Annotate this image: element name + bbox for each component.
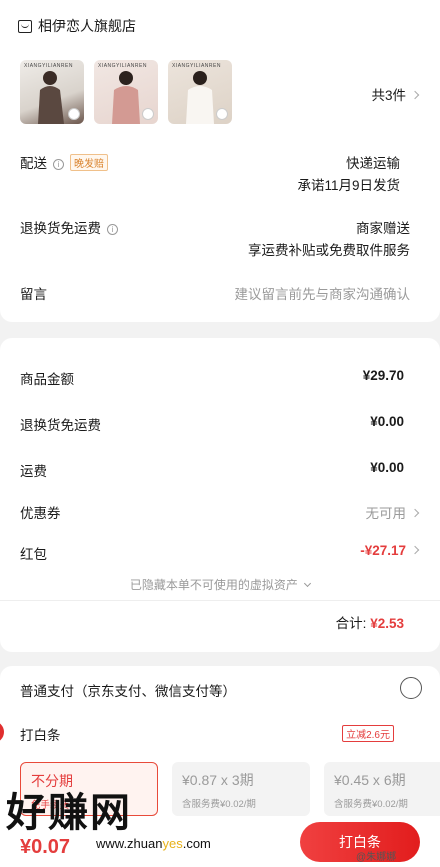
product-brand-2: XIANGYILIANREN — [98, 63, 147, 69]
plan-sub: 含服务费¥0.02/期 — [334, 799, 408, 810]
chevron-down-icon — [304, 579, 312, 588]
product-thumb-2[interactable]: XIANGYILIANREN — [94, 60, 158, 124]
shipping-label-row: 配送 i 晚发赔 — [20, 152, 108, 172]
product-thumb-3[interactable]: XIANGYILIANREN — [168, 60, 232, 124]
message-label: 留言 — [20, 287, 47, 302]
shipping-method[interactable]: 快递运输 — [346, 152, 400, 172]
plan-sub: 含服务费¥0.02/期 — [182, 799, 256, 810]
item-count[interactable]: 共3件 — [371, 84, 420, 104]
product-brand-1: XIANGYILIANREN — [24, 63, 73, 69]
normal-pay-radio[interactable] — [400, 677, 422, 699]
return-fee-value: ¥0.00 — [370, 414, 404, 429]
return-fee-label: 退换货免运费 — [20, 418, 101, 433]
return-shipping-label: 退换货免运费 — [20, 221, 101, 236]
item-count-label: 共3件 — [371, 88, 406, 103]
freight-value: ¥0.00 — [370, 460, 404, 475]
store-name: 相伊恋人旗舰店 — [38, 18, 136, 34]
baitiao-label: 打白条 — [20, 728, 61, 743]
redpacket-label: 红包 — [20, 547, 47, 562]
plan-main: ¥0.87 x 3期 — [182, 772, 254, 788]
watermark-url-b: yes — [162, 836, 183, 851]
coupon-value[interactable]: 无可用 — [365, 502, 420, 522]
baitiao-checkbox[interactable] — [0, 721, 4, 743]
save-tag: 立减2.6元 — [342, 725, 394, 742]
redpacket-value[interactable]: -¥27.17 — [360, 543, 420, 558]
price-summary-card: 商品金额 ¥29.70 退换货免运费 ¥0.00 运费 ¥0.00 优惠券 无可… — [0, 338, 440, 652]
plan-3-installments[interactable]: ¥0.87 x 3期 含服务费¥0.02/期 — [172, 762, 310, 816]
coupon-label: 优惠券 — [20, 506, 61, 521]
chevron-right-icon — [410, 545, 420, 555]
store-header[interactable]: 相伊恋人旗舰店 — [18, 16, 136, 36]
goods-amount-label: 商品金额 — [20, 372, 74, 387]
total-label: 合计: — [335, 616, 367, 631]
freight-label: 运费 — [20, 464, 47, 479]
message-input[interactable]: 建议留言前先与商家沟通确认 — [235, 283, 411, 303]
product-thumb-1[interactable]: XIANGYILIANREN — [20, 60, 84, 124]
hidden-assets-note: 已隐藏本单不可使用的虚拟资产 — [129, 578, 298, 592]
return-shipping-value: 商家赠送 — [356, 221, 410, 236]
late-compensation-badge: 晚发赔 — [70, 154, 108, 171]
info-icon[interactable]: i — [107, 224, 118, 235]
watermark-url-a: www.zhuan — [96, 836, 163, 851]
info-icon[interactable]: i — [53, 159, 64, 170]
store-icon — [18, 19, 32, 33]
return-shipping-label-row: 退换货免运费 i — [20, 217, 118, 237]
watermark-url-c: .com — [182, 836, 211, 851]
plan-main: ¥0.45 x 6期 — [334, 772, 406, 788]
shipping-promise: 承诺11月9日发货 — [297, 178, 400, 193]
total-value: ¥2.53 — [370, 616, 404, 631]
product-tag-icon — [68, 108, 80, 120]
coupon-value-text: 无可用 — [365, 506, 407, 521]
weibo-handle: @朱娜娜 — [356, 852, 397, 863]
hidden-assets-toggle[interactable]: 已隐藏本单不可使用的虚拟资产 — [0, 576, 440, 593]
footer-price: ¥0.07 — [20, 836, 71, 858]
watermark-logo: 好赚网 — [6, 791, 132, 835]
product-tag-icon — [216, 108, 228, 120]
redpacket-amount: -¥27.17 — [360, 543, 406, 558]
plan-6-installments[interactable]: ¥0.45 x 6期 含服务费¥0.02/期 — [324, 762, 440, 816]
goods-amount-value: ¥29.70 — [362, 368, 404, 383]
product-brand-3: XIANGYILIANREN — [172, 63, 221, 69]
normal-pay-label: 普通支付（京东支付、微信支付等） — [20, 684, 236, 699]
chevron-right-icon — [410, 508, 420, 518]
total-row: 合计: ¥2.53 — [336, 612, 404, 632]
chevron-right-icon — [410, 90, 420, 100]
product-tag-icon — [142, 108, 154, 120]
return-shipping-detail: 享运费补贴或免费取件服务 — [248, 243, 410, 258]
shipping-label: 配送 — [20, 156, 47, 171]
watermark-url: www.zhuanyes.com — [96, 836, 211, 851]
summary-divider — [0, 600, 440, 601]
order-info-card: 相伊恋人旗舰店 XIANGYILIANREN XIANGYILIANREN XI… — [0, 0, 440, 322]
